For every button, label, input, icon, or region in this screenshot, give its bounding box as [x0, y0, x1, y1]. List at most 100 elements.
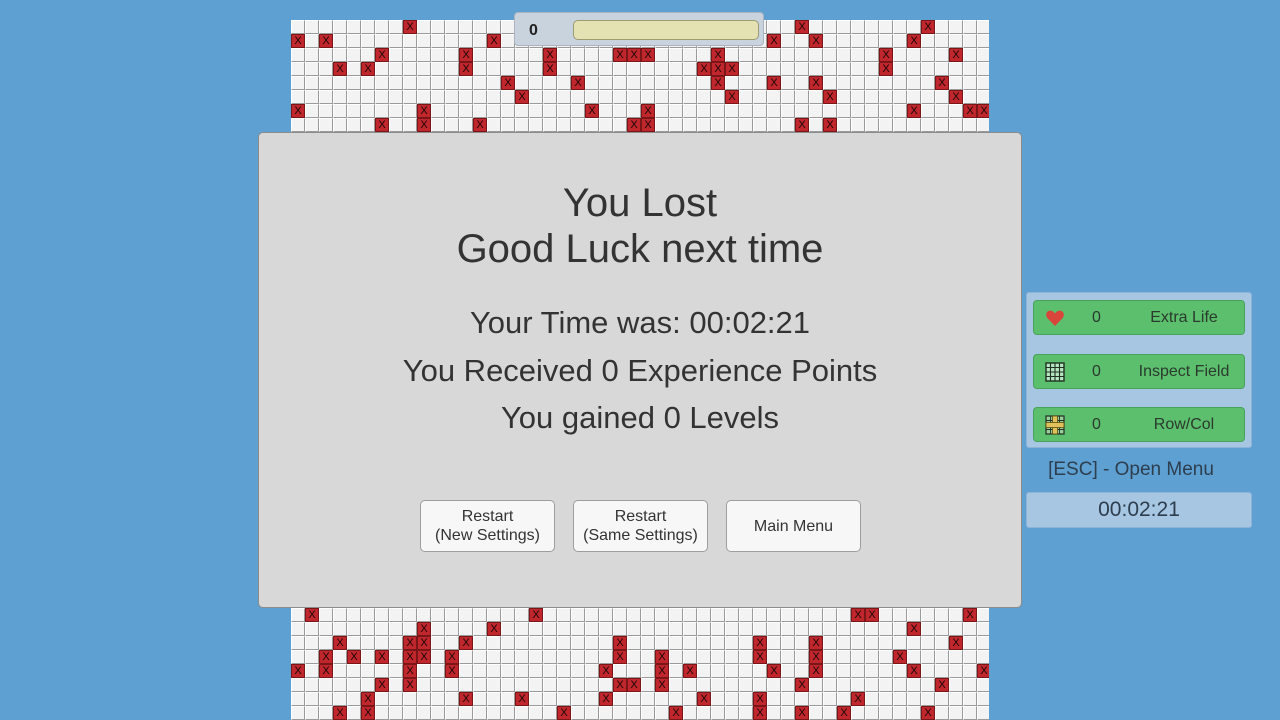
board-cell[interactable] — [613, 76, 627, 90]
board-cell[interactable] — [627, 90, 641, 104]
board-cell[interactable] — [487, 62, 501, 76]
board-cell[interactable] — [935, 104, 949, 118]
board-cell[interactable] — [431, 62, 445, 76]
mine-cell[interactable]: X — [655, 650, 669, 664]
powerup-inspect-field[interactable]: 0 Inspect Field — [1033, 354, 1245, 389]
board-cell[interactable] — [557, 62, 571, 76]
board-cell[interactable] — [907, 678, 921, 692]
board-cell[interactable] — [375, 664, 389, 678]
mine-cell[interactable]: X — [487, 34, 501, 48]
board-cell[interactable] — [571, 118, 585, 132]
board-cell[interactable] — [305, 692, 319, 706]
board-cell[interactable] — [515, 650, 529, 664]
board-cell[interactable] — [627, 664, 641, 678]
board-cell[interactable] — [361, 76, 375, 90]
board-cell[interactable] — [389, 48, 403, 62]
board-cell[interactable] — [935, 90, 949, 104]
board-cell[interactable] — [837, 20, 851, 34]
board-cell[interactable] — [963, 650, 977, 664]
board-cell[interactable] — [403, 118, 417, 132]
board-cell[interactable] — [669, 664, 683, 678]
board-cell[interactable] — [459, 608, 473, 622]
board-cell[interactable] — [375, 692, 389, 706]
board-cell[interactable] — [529, 62, 543, 76]
board-cell[interactable] — [319, 636, 333, 650]
board-cell[interactable] — [753, 622, 767, 636]
board-cell[interactable] — [473, 692, 487, 706]
board-cell[interactable] — [669, 62, 683, 76]
board-cell[interactable] — [347, 608, 361, 622]
board-cell[interactable] — [641, 692, 655, 706]
mine-cell[interactable]: X — [753, 650, 767, 664]
board-cell[interactable] — [893, 706, 907, 720]
mine-cell[interactable]: X — [963, 104, 977, 118]
board-cell[interactable] — [837, 622, 851, 636]
board-cell[interactable] — [823, 692, 837, 706]
board-cell[interactable] — [305, 650, 319, 664]
board-cell[interactable] — [529, 650, 543, 664]
mine-cell[interactable]: X — [879, 48, 893, 62]
board-cell[interactable] — [515, 664, 529, 678]
board-cell[interactable] — [809, 90, 823, 104]
board-cell[interactable] — [389, 90, 403, 104]
board-cell[interactable] — [501, 48, 515, 62]
mine-cell[interactable]: X — [599, 692, 613, 706]
board-cell[interactable] — [361, 636, 375, 650]
mine-cell[interactable]: X — [655, 678, 669, 692]
board-cell[interactable] — [795, 608, 809, 622]
board-cell[interactable] — [823, 706, 837, 720]
board-cell[interactable] — [837, 636, 851, 650]
board-cell[interactable] — [683, 62, 697, 76]
board-cell[interactable] — [557, 650, 571, 664]
board-cell[interactable] — [585, 636, 599, 650]
board-cell[interactable] — [683, 636, 697, 650]
board-cell[interactable] — [851, 104, 865, 118]
board-cell[interactable] — [417, 608, 431, 622]
board-cell[interactable] — [431, 706, 445, 720]
mine-cell[interactable]: X — [403, 20, 417, 34]
board-cell[interactable] — [823, 62, 837, 76]
board-cell[interactable] — [333, 90, 347, 104]
mine-cell[interactable]: X — [725, 62, 739, 76]
mine-cell[interactable]: X — [809, 76, 823, 90]
board-cell[interactable] — [291, 678, 305, 692]
board-cell[interactable] — [809, 608, 823, 622]
board-cell[interactable] — [487, 48, 501, 62]
board-cell[interactable] — [613, 90, 627, 104]
board-cell[interactable] — [893, 608, 907, 622]
board-cell[interactable] — [879, 664, 893, 678]
board-cell[interactable] — [515, 62, 529, 76]
board-cell[interactable] — [893, 90, 907, 104]
board-cell[interactable] — [781, 650, 795, 664]
board-cell[interactable] — [291, 20, 305, 34]
board-cell[interactable] — [319, 678, 333, 692]
board-cell[interactable] — [711, 650, 725, 664]
mine-cell[interactable]: X — [865, 608, 879, 622]
board-cell[interactable] — [319, 622, 333, 636]
board-cell[interactable] — [529, 90, 543, 104]
board-cell[interactable] — [529, 678, 543, 692]
board-cell[interactable] — [389, 20, 403, 34]
board-cell[interactable] — [767, 104, 781, 118]
board-cell[interactable] — [963, 622, 977, 636]
board-cell[interactable] — [893, 104, 907, 118]
mine-cell[interactable]: X — [487, 622, 501, 636]
board-cell[interactable] — [865, 34, 879, 48]
mine-cell[interactable]: X — [907, 104, 921, 118]
board-cell[interactable] — [487, 118, 501, 132]
board-cell[interactable] — [711, 622, 725, 636]
board-cell[interactable] — [375, 62, 389, 76]
board-cell[interactable] — [585, 650, 599, 664]
board-cell[interactable] — [963, 48, 977, 62]
board-cell[interactable] — [837, 62, 851, 76]
board-cell[interactable] — [473, 636, 487, 650]
board-cell[interactable] — [893, 664, 907, 678]
board-cell[interactable] — [865, 48, 879, 62]
board-cell[interactable] — [865, 636, 879, 650]
board-cell[interactable] — [669, 76, 683, 90]
board-cell[interactable] — [403, 90, 417, 104]
board-cell[interactable] — [655, 104, 669, 118]
board-cell[interactable] — [599, 76, 613, 90]
board-cell[interactable] — [865, 76, 879, 90]
board-cell[interactable] — [907, 48, 921, 62]
